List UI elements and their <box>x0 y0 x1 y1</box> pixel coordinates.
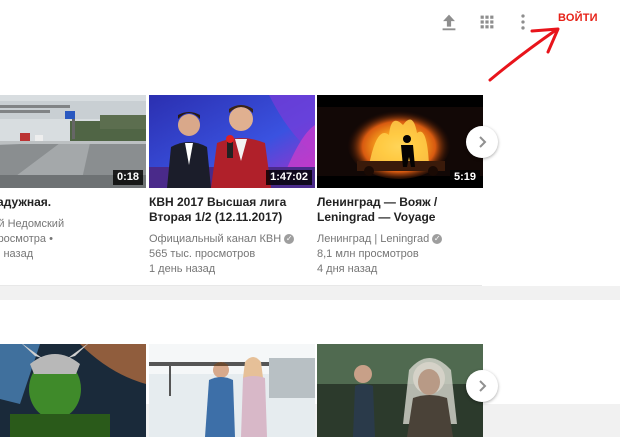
video-shelf-second <box>0 300 620 437</box>
video-thumbnail[interactable]: 1:47:02 <box>149 95 315 188</box>
hulk-thumbnail-image <box>0 344 146 437</box>
video-age: 1 день назад <box>149 263 216 275</box>
verified-icon: ✓ <box>432 234 443 245</box>
login-button[interactable]: ВОЙТИ <box>558 12 598 24</box>
video-channel[interactable]: Официальный канал КВН ✓ <box>149 232 315 247</box>
video-thumbnail[interactable]: 5:19 <box>317 95 483 188</box>
video-title[interactable]: КВН 2017 Высшая лига Вторая 1/2 (12.11.2… <box>149 195 315 225</box>
video-thumbnail[interactable] <box>149 344 315 437</box>
video-thumbnail[interactable]: 0:18 <box>0 95 146 188</box>
couple-thumbnail-image <box>149 344 315 437</box>
upload-icon[interactable] <box>438 11 460 33</box>
chevron-right-icon <box>479 380 487 392</box>
video-views: 8,1 млн просмотров <box>317 248 419 260</box>
video-age: елю назад <box>0 248 34 260</box>
video-thumbnail[interactable] <box>0 344 146 437</box>
video-thumbnail[interactable] <box>317 344 483 437</box>
video-shelf: 0:18 т Радужная. ерий Недомский с. просм… <box>0 44 620 286</box>
shelf-divider <box>0 285 482 286</box>
video-duration: 1:47:02 <box>266 170 312 185</box>
forest-thumbnail-image <box>317 344 483 437</box>
video-title[interactable]: Ленинград — Вояж / Leningrad — Voyage <box>317 195 483 225</box>
video-age: 4 дня назад <box>317 263 378 275</box>
video-channel[interactable]: Ленинград | Leningrad ✓ <box>317 232 483 247</box>
video-title[interactable]: т Радужная. <box>0 195 146 210</box>
more-vert-icon[interactable] <box>512 11 534 33</box>
video-channel[interactable]: ерий Недомский <box>0 217 146 232</box>
chevron-right-icon <box>479 136 487 148</box>
video-views: 565 тыс. просмотров <box>149 248 256 260</box>
top-header: ВОЙТИ <box>0 0 620 44</box>
video-duration: 5:19 <box>449 170 480 185</box>
shelf-next-button[interactable] <box>466 370 498 402</box>
verified-icon: ✓ <box>284 234 295 245</box>
video-duration: 0:18 <box>112 170 143 185</box>
shelf-next-button[interactable] <box>466 126 498 158</box>
video-views: с. просмотра • <box>0 233 53 245</box>
apps-grid-icon[interactable] <box>476 11 498 33</box>
